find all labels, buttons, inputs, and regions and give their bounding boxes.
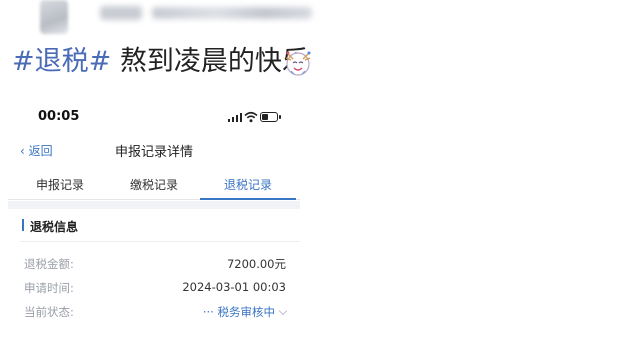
hashtag-link[interactable]: #退税# (12, 46, 111, 77)
refund-amount-label: 退税金额: (24, 257, 74, 271)
tab-payment-records[interactable]: 缴税记录 (130, 176, 178, 193)
chevron-down-icon (278, 306, 288, 316)
post-header (0, 0, 640, 40)
apply-time-label: 申请时间: (24, 281, 74, 295)
active-tab-indicator (200, 198, 296, 200)
refund-amount-row: 退税金额: 7200.00元 (24, 256, 286, 274)
avatar[interactable] (40, 0, 68, 34)
status-row[interactable]: 当前状态: ··· 税务审核中 (24, 304, 288, 322)
page-title: 申报记录详情 (114, 145, 193, 160)
apply-time-value: 2024-03-01 00:03 (182, 280, 286, 294)
blurred-post-meta (152, 7, 312, 19)
refund-amount-value: 7200.00元 (226, 257, 286, 271)
celebration-face-icon (285, 51, 311, 76)
section-title: 退税信息 (30, 220, 79, 234)
tab-bar: 申报记录 缴税记录 退税记录 (8, 168, 300, 200)
section-gap (8, 201, 300, 209)
blurred-username (100, 6, 142, 20)
phone-screenshot: 00:05 ‹ 返回 申报记录详情 申报记录 缴税记录 退税记录 退税信息 退税… (8, 100, 300, 343)
status-time: 00:05 (38, 109, 80, 124)
status-value: ··· 税务审核中 (202, 304, 288, 320)
tab-declaration-records[interactable]: 申报记录 (36, 176, 84, 193)
nav-bar: ‹ 返回 申报记录详情 (8, 136, 300, 164)
post-body: 熬到凌晨的快乐 (111, 46, 309, 77)
battery-icon (260, 112, 281, 122)
status-label: 当前状态: (24, 305, 74, 319)
apply-time-row: 申请时间: 2024-03-01 00:03 (24, 280, 286, 298)
status-text: ··· 税务审核中 (202, 305, 275, 319)
signal-icon (228, 113, 242, 122)
wifi-icon (244, 111, 258, 123)
status-bar: 00:05 (8, 100, 300, 134)
post-text: #退税# 熬到凌晨的快乐 (12, 44, 309, 80)
tab-refund-records[interactable]: 退税记录 (224, 176, 272, 193)
divider (20, 241, 300, 242)
